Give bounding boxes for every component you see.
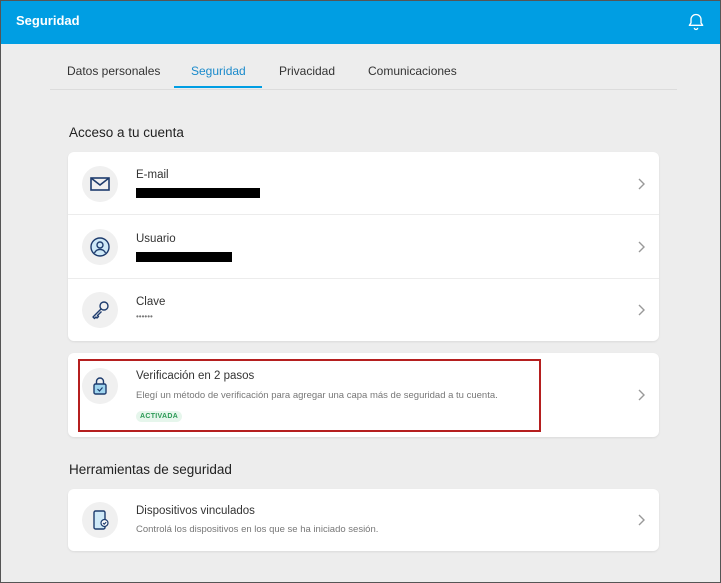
tab-security[interactable]: Seguridad xyxy=(191,64,246,78)
chevron-right-icon xyxy=(638,241,645,253)
phone-check-icon xyxy=(82,502,118,538)
tab-privacy[interactable]: Privacidad xyxy=(279,64,335,78)
chevron-right-icon xyxy=(638,514,645,526)
chevron-right-icon xyxy=(638,304,645,316)
user-avatar-icon xyxy=(82,229,118,265)
linked-devices-description: Controlá los dispositivos en los que se … xyxy=(136,524,379,535)
notifications-bell-icon[interactable] xyxy=(686,12,706,32)
username-label: Usuario xyxy=(136,233,176,245)
tab-communications[interactable]: Comunicaciones xyxy=(368,64,457,78)
status-badge: ACTIVADA xyxy=(136,411,183,422)
chevron-right-icon xyxy=(638,389,645,401)
two-step-label: Verificación en 2 pasos xyxy=(136,370,255,382)
section-title-account-access: Acceso a tu cuenta xyxy=(69,125,184,140)
tab-bar: Datos personales Seguridad Privacidad Co… xyxy=(50,53,677,90)
password-row[interactable]: Clave •••••• xyxy=(68,279,659,341)
email-label: E-mail xyxy=(136,169,169,181)
section-title-security-tools: Herramientas de seguridad xyxy=(69,462,232,477)
redacted-username xyxy=(136,252,232,262)
chevron-right-icon xyxy=(638,178,645,190)
password-label: Clave xyxy=(136,296,166,308)
linked-devices-card[interactable]: Dispositivos vinculados Controlá los dis… xyxy=(68,489,659,551)
top-bar: Seguridad xyxy=(1,1,720,44)
envelope-icon xyxy=(82,166,118,202)
account-access-card: E-mail Usuario Clave •••••• xyxy=(68,152,659,341)
active-tab-indicator xyxy=(174,86,262,88)
redacted-email xyxy=(136,188,260,198)
two-step-verification-card[interactable]: Verificación en 2 pasos Elegí un método … xyxy=(68,353,659,437)
email-row[interactable]: E-mail xyxy=(68,152,659,215)
password-masked-value: •••••• xyxy=(136,312,153,321)
page-title: Seguridad xyxy=(16,13,80,28)
linked-devices-label: Dispositivos vinculados xyxy=(136,505,255,517)
two-step-description: Elegí un método de verificación para agr… xyxy=(136,390,498,401)
lock-icon xyxy=(82,368,118,404)
key-icon xyxy=(82,292,118,328)
username-row[interactable]: Usuario xyxy=(68,215,659,279)
tab-personal-data[interactable]: Datos personales xyxy=(67,64,160,78)
